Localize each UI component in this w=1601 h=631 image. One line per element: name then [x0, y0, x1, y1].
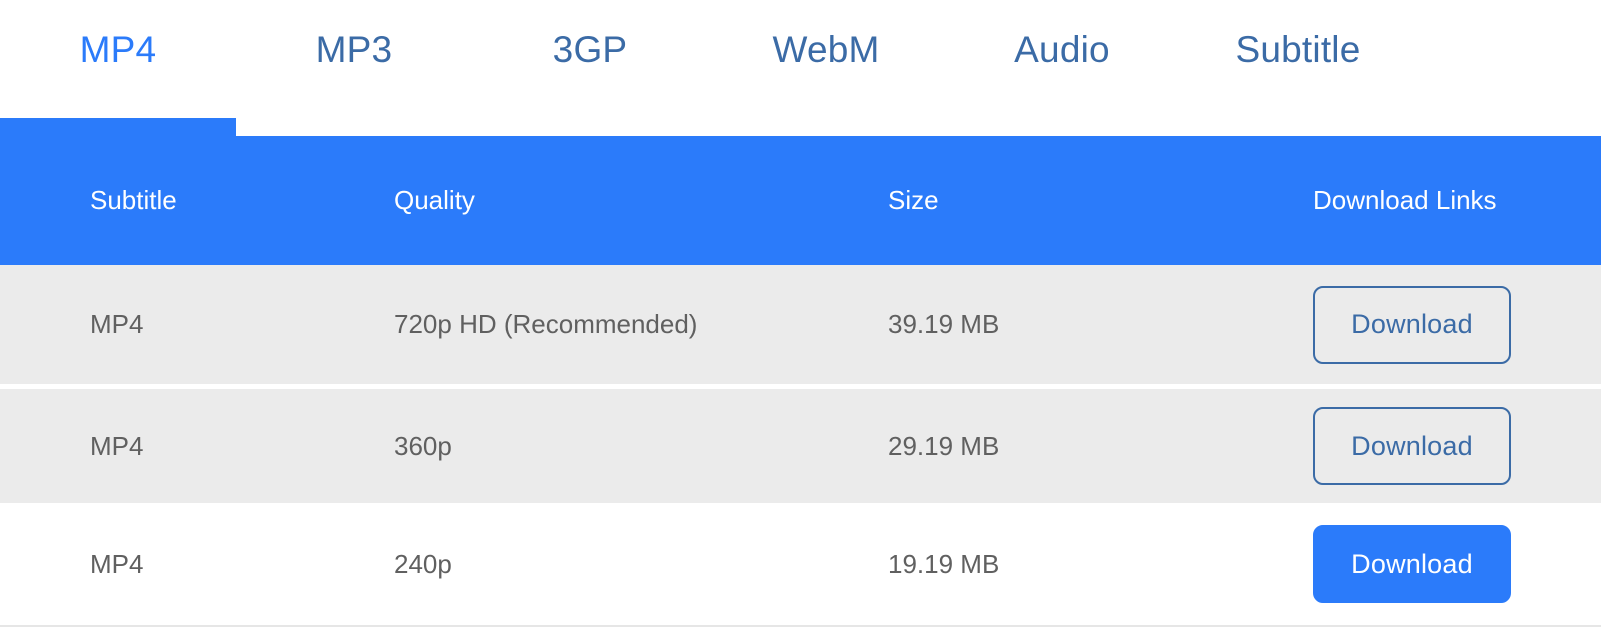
cell-download-links: Download — [1313, 285, 1601, 364]
tab-audio[interactable]: Audio — [944, 0, 1180, 118]
cell-subtitle: MP4 — [90, 430, 144, 461]
cell-quality: 240p — [394, 548, 452, 579]
tab-mp4[interactable]: MP4 — [0, 0, 236, 118]
table-row: MP4 720p HD (Recommended) 39.19 MB Downl… — [0, 265, 1601, 384]
tab-3gp[interactable]: 3GP — [472, 0, 708, 118]
table-header-row: Subtitle Quality Size Download Links — [0, 136, 1601, 265]
tab-mp3-label: MP3 — [315, 29, 393, 70]
cell-quality: 360p — [394, 430, 452, 461]
cell-quality: 720p HD (Recommended) — [394, 309, 698, 339]
download-button[interactable]: Download — [1313, 525, 1511, 603]
tab-mp4-label: MP4 — [79, 29, 157, 70]
cell-download-links: Download — [1313, 525, 1601, 603]
tab-webm-label: WebM — [772, 29, 880, 70]
download-button[interactable]: Download — [1313, 407, 1511, 485]
column-header-quality: Quality — [394, 185, 475, 215]
tab-3gp-label: 3GP — [552, 29, 628, 70]
cell-size: 29.19 MB — [888, 430, 1000, 461]
download-options-panel: MP4 MP3 3GP WebM Audio Subtitle Subtitle… — [0, 0, 1601, 631]
column-header-download-links: Download Links — [1313, 185, 1497, 215]
tab-audio-label: Audio — [1014, 29, 1110, 70]
cell-size: 19.19 MB — [888, 548, 1000, 579]
cell-subtitle: MP4 — [90, 309, 144, 339]
tab-webm[interactable]: WebM — [708, 0, 944, 118]
format-tab-bar: MP4 MP3 3GP WebM Audio Subtitle — [0, 0, 1601, 136]
column-header-size: Size — [888, 185, 939, 215]
column-header-subtitle: Subtitle — [90, 185, 177, 215]
download-table: Subtitle Quality Size Download Links MP4… — [0, 136, 1601, 627]
cell-download-links: Download — [1313, 407, 1601, 485]
table-row: MP4 360p 29.19 MB Download — [0, 384, 1601, 503]
tab-subtitle-label: Subtitle — [1235, 29, 1361, 70]
tab-subtitle[interactable]: Subtitle — [1180, 0, 1416, 118]
format-tabs: MP4 MP3 3GP WebM Audio Subtitle — [0, 0, 1601, 118]
tab-mp3[interactable]: MP3 — [236, 0, 472, 118]
active-tab-indicator — [0, 118, 236, 136]
cell-size: 39.19 MB — [888, 309, 1000, 339]
table-row: MP4 240p 19.19 MB Download — [0, 503, 1601, 627]
download-button[interactable]: Download — [1313, 285, 1511, 364]
cell-subtitle: MP4 — [90, 548, 144, 579]
